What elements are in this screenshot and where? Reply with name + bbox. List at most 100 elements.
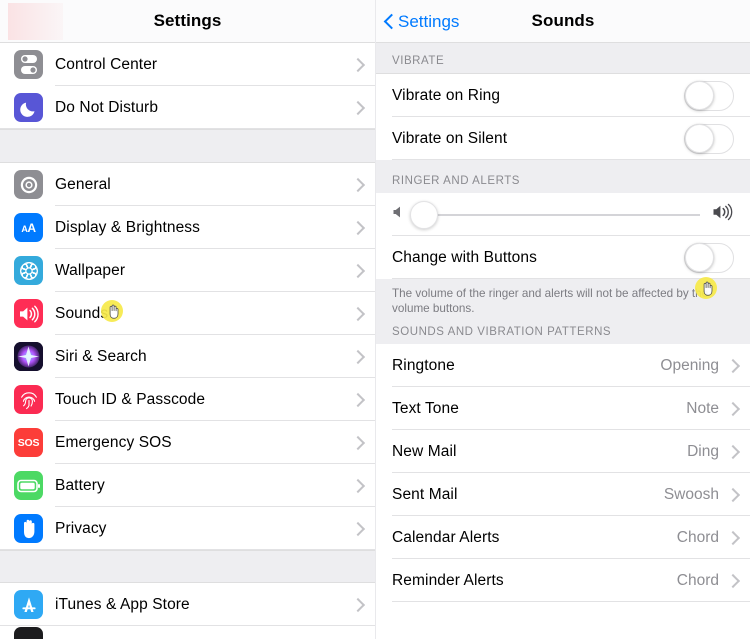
sidebar-item-control-center[interactable]: Control Center <box>0 43 375 86</box>
slider-track[interactable] <box>409 200 700 229</box>
chevron-right-icon <box>353 522 361 535</box>
row-value: Opening <box>660 356 719 374</box>
section-header-sounds-and-vibration-patterns: SOUNDS AND VIBRATION PATTERNS <box>376 317 750 344</box>
sidebar-item-label: Display & Brightness <box>55 218 201 236</box>
toggle-knob <box>685 81 714 110</box>
sidebar-item-label: iTunes & App Store <box>55 595 190 613</box>
chevron-right-icon <box>728 445 736 458</box>
chevron-right-icon <box>353 178 361 191</box>
row-value: Note <box>686 399 719 417</box>
settings-list-panel: Settings Control Center Do Not Disturb Gen… <box>0 0 375 639</box>
siri-icon <box>14 342 43 371</box>
section-footnote: The volume of the ringer and alerts will… <box>376 279 750 317</box>
toggle-switch[interactable] <box>684 80 734 111</box>
chevron-right-icon <box>353 101 361 114</box>
chevron-right-icon <box>728 359 736 372</box>
sidebar-item-label: Sounds <box>55 304 109 322</box>
section-gap <box>0 550 375 583</box>
section-header-ringer-and-alerts: RINGER AND ALERTS <box>376 160 750 193</box>
gear-icon <box>14 170 43 199</box>
chevron-right-icon <box>353 264 361 277</box>
chevron-right-icon <box>353 436 361 449</box>
navbar-pink-tint <box>8 3 63 40</box>
row-value: Chord <box>676 571 719 589</box>
row-new-mail[interactable]: New Mail Ding <box>376 430 750 473</box>
row-label: Change with Buttons <box>392 248 537 266</box>
speaker-low-icon <box>392 205 406 224</box>
sidebar-item-battery[interactable]: Battery <box>0 464 375 507</box>
toggle-knob <box>685 243 714 272</box>
flower-icon <box>14 256 43 285</box>
toggle-switch[interactable] <box>684 123 734 154</box>
row-ringtone[interactable]: Ringtone Opening <box>376 344 750 387</box>
row-value: Chord <box>676 528 719 546</box>
aa-icon: AA <box>14 213 43 242</box>
battery-icon <box>14 471 43 500</box>
chevron-right-icon <box>353 598 361 611</box>
row-calendar-alerts[interactable]: Calendar Alerts Chord <box>376 516 750 559</box>
chevron-left-icon <box>384 13 394 30</box>
control-center-icon <box>14 50 43 79</box>
sidebar-item-general[interactable]: General <box>0 163 375 206</box>
row-value: Swoosh <box>663 485 719 503</box>
sidebar-item-label: Control Center <box>55 55 158 73</box>
chevron-right-icon <box>353 58 361 71</box>
row-label: Calendar Alerts <box>392 528 500 546</box>
sounds-scroll-area[interactable]: VIBRATE Vibrate on Ring Vibrate on Silent R… <box>376 43 750 602</box>
page-title: Settings <box>153 11 222 30</box>
app-store-icon <box>14 590 43 619</box>
row-label: New Mail <box>392 442 457 460</box>
sidebar-item-siri-search[interactable]: Siri & Search <box>0 335 375 378</box>
toggle-knob <box>685 124 714 153</box>
row-vibrate-on-silent[interactable]: Vibrate on Silent <box>376 117 750 160</box>
moon-icon <box>14 93 43 122</box>
chevron-right-icon <box>728 531 736 544</box>
left-navbar: Settings <box>0 0 375 43</box>
section-header-label: VIBRATE <box>392 55 445 67</box>
sidebar-item-display-brightness[interactable]: AA Display & Brightness <box>0 206 375 249</box>
sidebar-item-do-not-disturb[interactable]: Do Not Disturb <box>0 86 375 129</box>
speaker-high-icon <box>712 203 736 226</box>
sidebar-item-wallpaper[interactable]: Wallpaper <box>0 249 375 292</box>
back-button-label: Settings <box>398 11 460 31</box>
sidebar-item-label: Battery <box>55 476 105 494</box>
sos-icon: SOS <box>14 428 43 457</box>
row-text-tone[interactable]: Text Tone Note <box>376 387 750 430</box>
detail-page-title: Sounds <box>531 11 595 30</box>
sidebar-item-label: General <box>55 175 111 193</box>
back-to-settings-button[interactable]: Settings <box>384 0 459 43</box>
chevron-right-icon <box>353 350 361 363</box>
row-reminder-alerts[interactable]: Reminder Alerts Chord <box>376 559 750 602</box>
dual-pane-settings-screenshot: Settings Control Center Do Not Disturb Gen… <box>0 0 750 639</box>
sidebar-item-label: Do Not Disturb <box>55 98 159 116</box>
row-change-with-buttons[interactable]: Change with Buttons <box>376 236 750 279</box>
sidebar-item-sounds[interactable]: Sounds <box>0 292 375 335</box>
section-gap <box>0 129 375 163</box>
toggle-switch[interactable] <box>684 242 734 273</box>
section-header-vibrate: VIBRATE <box>376 43 750 74</box>
row-sent-mail[interactable]: Sent Mail Swoosh <box>376 473 750 516</box>
row-value: Ding <box>687 442 719 460</box>
sidebar-item-privacy[interactable]: Privacy <box>0 507 375 550</box>
chevron-right-icon <box>728 402 736 415</box>
sidebar-item-itunes-app-store[interactable]: iTunes & App Store <box>0 583 375 626</box>
row-vibrate-on-ring[interactable]: Vibrate on Ring <box>376 74 750 117</box>
sidebar-item-label: Siri & Search <box>55 347 147 365</box>
sidebar-item-label: Touch ID & Passcode <box>55 390 206 408</box>
sidebar-item-touch-id-passcode[interactable]: Touch ID & Passcode <box>0 378 375 421</box>
partially-visible-next-row[interactable] <box>0 626 375 639</box>
row-label: Sent Mail <box>392 485 458 503</box>
row-label: Vibrate on Silent <box>392 129 508 147</box>
chevron-right-icon <box>353 479 361 492</box>
sounds-detail-panel: Settings Sounds VIBRATE Vibrate on Ring Vi… <box>375 0 750 639</box>
settings-scroll-area[interactable]: Control Center Do Not Disturb General AA Dis… <box>0 43 375 639</box>
speaker-icon <box>14 299 43 328</box>
section-header-label: RINGER AND ALERTS <box>392 175 521 187</box>
sidebar-item-emergency-sos[interactable]: SOS Emergency SOS <box>0 421 375 464</box>
chevron-right-icon <box>728 574 736 587</box>
slider-knob[interactable] <box>409 200 438 229</box>
chevron-right-icon <box>353 221 361 234</box>
row-label: Reminder Alerts <box>392 571 504 589</box>
ringer-volume-slider[interactable] <box>376 193 750 236</box>
sidebar-item-label: Privacy <box>55 519 107 537</box>
